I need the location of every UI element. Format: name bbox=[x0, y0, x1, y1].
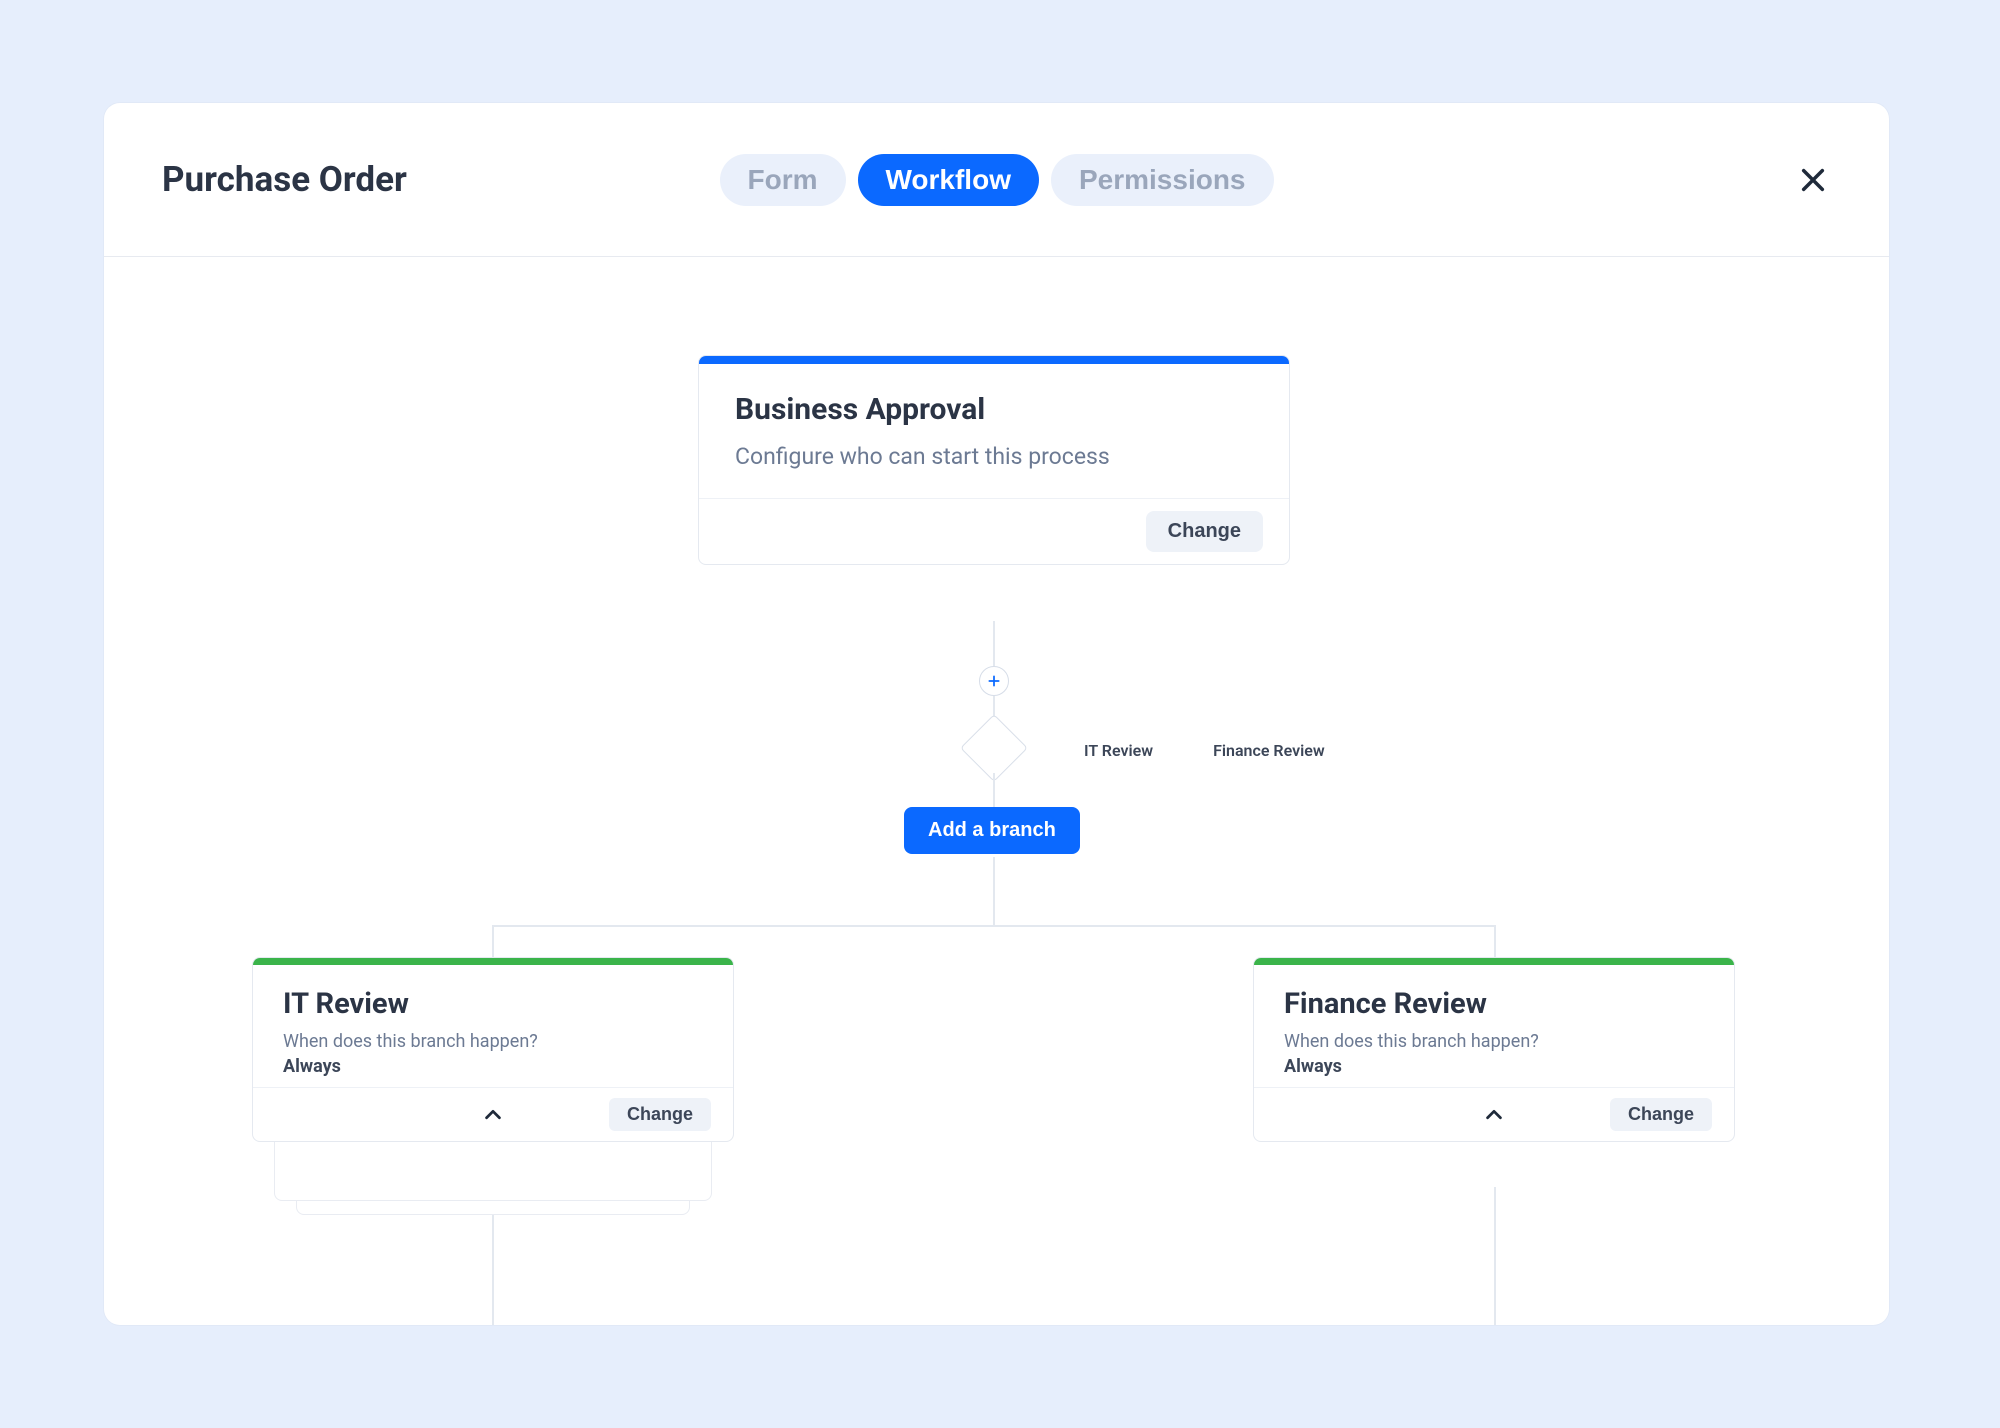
branch-node-title: Finance Review bbox=[1284, 987, 1704, 1021]
branch-change-button[interactable]: Change bbox=[1610, 1098, 1712, 1131]
chevron-up-icon bbox=[482, 1104, 504, 1126]
branch-change-button[interactable]: Change bbox=[609, 1098, 711, 1131]
connector-line bbox=[492, 1215, 494, 1325]
branch-hint-it: IT Review bbox=[1084, 741, 1153, 760]
branch-hint-finance: Finance Review bbox=[1213, 741, 1325, 760]
tab-permissions[interactable]: Permissions bbox=[1051, 154, 1274, 206]
branch-node-it[interactable]: IT Review When does this branch happen? … bbox=[252, 957, 734, 1142]
editor-panel: Purchase Order Form Workflow Permissions… bbox=[104, 103, 1889, 1325]
start-node-title: Business Approval bbox=[735, 392, 1253, 427]
branch-hints: IT Review Finance Review bbox=[1084, 741, 1325, 760]
start-node-change-button[interactable]: Change bbox=[1146, 511, 1263, 552]
start-node-accent bbox=[699, 356, 1289, 364]
connector-line bbox=[1494, 1187, 1496, 1325]
start-node-subtitle: Configure who can start this process bbox=[735, 443, 1253, 470]
chevron-up-icon bbox=[1483, 1104, 1505, 1126]
page-title: Purchase Order bbox=[162, 159, 407, 200]
connector-line bbox=[993, 621, 995, 666]
connector-line bbox=[492, 925, 1496, 927]
connector-line bbox=[993, 857, 995, 925]
branch-condition-label: When does this branch happen? bbox=[1284, 1031, 1704, 1052]
plus-icon bbox=[987, 674, 1001, 688]
branch-node-footer: Change bbox=[1254, 1087, 1734, 1141]
branch-node-body: IT Review When does this branch happen? … bbox=[253, 965, 733, 1087]
branch-condition-value: Always bbox=[1284, 1056, 1704, 1077]
tab-workflow[interactable]: Workflow bbox=[857, 154, 1038, 206]
close-button[interactable] bbox=[1793, 160, 1833, 200]
tab-group: Form Workflow Permissions bbox=[719, 154, 1273, 206]
start-node-body: Business Approval Configure who can star… bbox=[699, 364, 1289, 498]
branch-node-it-stack: IT Review When does this branch happen? … bbox=[252, 957, 734, 1217]
decision-diamond[interactable] bbox=[960, 714, 1028, 782]
branch-condition-value: Always bbox=[283, 1056, 703, 1077]
start-node-footer: Change bbox=[699, 498, 1289, 564]
add-branch-button[interactable]: Add a branch bbox=[904, 807, 1080, 854]
add-step-button[interactable] bbox=[979, 666, 1009, 696]
editor-header: Purchase Order Form Workflow Permissions bbox=[104, 103, 1889, 257]
tab-form[interactable]: Form bbox=[719, 154, 845, 206]
collapse-toggle[interactable] bbox=[1479, 1100, 1509, 1130]
branch-node-accent bbox=[253, 958, 733, 965]
workflow-canvas[interactable]: Business Approval Configure who can star… bbox=[104, 257, 1889, 1325]
collapse-toggle[interactable] bbox=[478, 1100, 508, 1130]
branch-node-title: IT Review bbox=[283, 987, 703, 1021]
branch-node-finance[interactable]: Finance Review When does this branch hap… bbox=[1253, 957, 1735, 1142]
connector-line bbox=[993, 773, 995, 807]
start-node-card[interactable]: Business Approval Configure who can star… bbox=[698, 355, 1290, 565]
branch-node-body: Finance Review When does this branch hap… bbox=[1254, 965, 1734, 1087]
branch-node-accent bbox=[1254, 958, 1734, 965]
branch-condition-label: When does this branch happen? bbox=[283, 1031, 703, 1052]
branch-node-footer: Change bbox=[253, 1087, 733, 1141]
close-icon bbox=[1799, 166, 1827, 194]
